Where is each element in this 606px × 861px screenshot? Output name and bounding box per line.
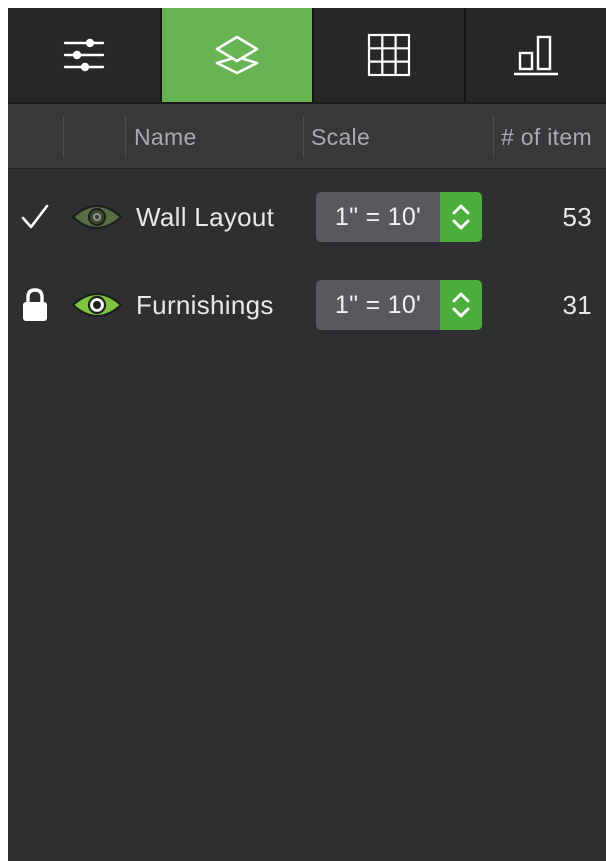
column-scale-header[interactable]: Scale (311, 124, 370, 151)
chevron-up-down-icon (452, 292, 470, 318)
scale-stepper[interactable]: 1" = 10' (316, 280, 482, 330)
column-name-header[interactable]: Name (134, 124, 197, 151)
scale-stepper[interactable]: 1" = 10' (316, 192, 482, 242)
layers-icon (215, 35, 259, 75)
item-count: 31 (562, 290, 592, 320)
sliders-icon (63, 38, 105, 72)
top-toolbar (8, 8, 606, 104)
stepper-arrows[interactable] (440, 192, 482, 242)
scale-value: 1" = 10' (334, 291, 422, 319)
scale-value: 1" = 10' (334, 203, 422, 231)
layer-row-furnishings[interactable]: Furnishings 1" = 10' 31 (8, 268, 606, 344)
tab-layers[interactable] (162, 8, 312, 102)
lock-icon[interactable] (20, 288, 50, 322)
layer-name: Furnishings (136, 290, 274, 320)
layer-name: Wall Layout (136, 202, 275, 232)
tab-grid[interactable] (314, 8, 464, 102)
column-count-header[interactable]: # of item (501, 124, 592, 151)
chevron-up-down-icon (452, 204, 470, 230)
layer-row-wall-layout[interactable]: Wall Layout 1" = 10' 53 (8, 180, 606, 256)
bar-chart-icon (514, 35, 558, 76)
layers-panel: Name Scale # of item Wall Layout 1" = 10… (8, 8, 606, 861)
tab-settings[interactable] (8, 8, 160, 102)
column-header: Name Scale # of item (8, 104, 606, 169)
checkmark-icon[interactable] (20, 200, 50, 234)
item-count: 53 (562, 202, 592, 232)
tab-chart[interactable] (466, 8, 606, 102)
stepper-arrows[interactable] (440, 280, 482, 330)
eye-dim-icon[interactable] (70, 200, 124, 234)
eye-bright-icon[interactable] (70, 288, 124, 322)
grid-icon (367, 33, 411, 77)
